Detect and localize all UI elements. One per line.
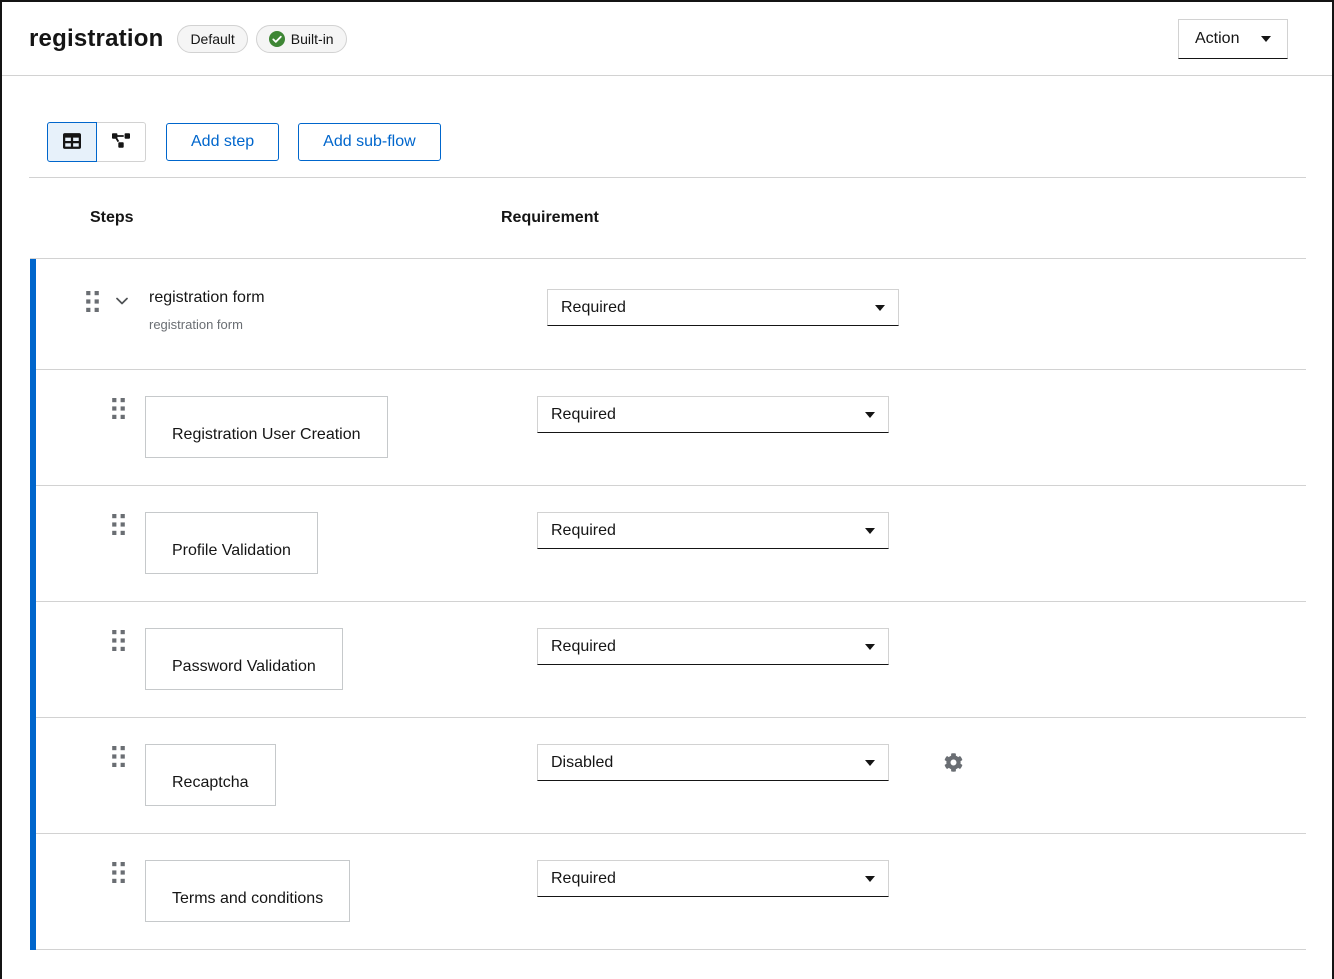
table-row: Profile Validation Required bbox=[36, 486, 1306, 602]
view-toggle-group bbox=[47, 122, 146, 162]
flow-details-page: registration Default Built-in Action bbox=[0, 0, 1334, 979]
table-row: registration form registration form Requ… bbox=[36, 259, 1306, 370]
table-row: Registration User Creation Required bbox=[36, 370, 1306, 486]
caret-down-icon bbox=[865, 876, 875, 882]
requirement-select[interactable]: Required bbox=[537, 396, 889, 433]
drag-handle-icon[interactable] bbox=[112, 630, 125, 651]
table-view-toggle[interactable] bbox=[47, 122, 97, 162]
column-header-steps: Steps bbox=[90, 209, 501, 227]
steps-cell: Terms and conditions bbox=[36, 860, 537, 922]
steps-cell: Password Validation bbox=[36, 628, 537, 690]
requirement-select[interactable]: Required bbox=[537, 628, 889, 665]
expand-toggle-button[interactable] bbox=[116, 293, 128, 308]
requirement-select[interactable]: Required bbox=[547, 289, 899, 326]
add-step-button[interactable]: Add step bbox=[166, 123, 279, 161]
step-card: Registration User Creation bbox=[145, 396, 388, 458]
table-body: registration form registration form Requ… bbox=[30, 259, 1306, 950]
chevron-down-icon bbox=[116, 293, 128, 308]
settings-button[interactable] bbox=[944, 753, 963, 775]
steps-cell: Recaptcha bbox=[36, 744, 537, 806]
step-card: Recaptcha bbox=[145, 744, 276, 806]
step-card: Password Validation bbox=[145, 628, 343, 690]
flow-steps-table: Steps Requirement bbox=[30, 178, 1306, 950]
page-header: registration Default Built-in Action bbox=[2, 2, 1332, 76]
step-card: Terms and conditions bbox=[145, 860, 350, 922]
caret-down-icon bbox=[875, 305, 885, 311]
drag-handle-icon[interactable] bbox=[112, 514, 125, 535]
table-row: Terms and conditions Required bbox=[36, 834, 1306, 950]
table-header-row: Steps Requirement bbox=[30, 178, 1306, 259]
caret-down-icon bbox=[865, 760, 875, 766]
page-title: registration bbox=[29, 25, 163, 53]
diagram-view-toggle[interactable] bbox=[97, 122, 146, 162]
add-subflow-button[interactable]: Add sub-flow bbox=[298, 123, 441, 161]
gear-icon bbox=[944, 753, 963, 775]
steps-cell: Registration User Creation bbox=[36, 396, 537, 458]
default-badge: Default bbox=[177, 25, 247, 53]
flow-subtitle: registration form bbox=[149, 317, 265, 332]
flow-title: registration form bbox=[149, 289, 265, 307]
table-row: Recaptcha Disabled bbox=[36, 718, 1306, 834]
drag-handle-icon[interactable] bbox=[86, 291, 99, 312]
check-circle-icon bbox=[269, 31, 285, 47]
requirement-select[interactable]: Required bbox=[537, 512, 889, 549]
requirement-select[interactable]: Required bbox=[537, 860, 889, 897]
caret-down-icon bbox=[865, 528, 875, 534]
builtin-badge: Built-in bbox=[256, 25, 347, 53]
caret-down-icon bbox=[865, 644, 875, 650]
caret-down-icon bbox=[865, 412, 875, 418]
caret-down-icon bbox=[1261, 36, 1271, 42]
drag-handle-icon[interactable] bbox=[112, 398, 125, 419]
toolbar: Add step Add sub-flow bbox=[47, 122, 1306, 162]
table-view-icon bbox=[63, 132, 81, 153]
action-menu-toggle[interactable]: Action bbox=[1178, 19, 1288, 59]
drag-handle-icon[interactable] bbox=[112, 746, 125, 767]
table-row: Password Validation Required bbox=[36, 602, 1306, 718]
drag-handle-icon[interactable] bbox=[112, 862, 125, 883]
step-card: Profile Validation bbox=[145, 512, 318, 574]
steps-cell: Profile Validation bbox=[36, 512, 537, 574]
diagram-view-icon bbox=[112, 133, 130, 151]
column-header-requirement: Requirement bbox=[501, 209, 599, 227]
flow-name: registration form registration form bbox=[149, 289, 265, 332]
requirement-select[interactable]: Disabled bbox=[537, 744, 889, 781]
steps-cell: registration form registration form bbox=[36, 289, 547, 332]
